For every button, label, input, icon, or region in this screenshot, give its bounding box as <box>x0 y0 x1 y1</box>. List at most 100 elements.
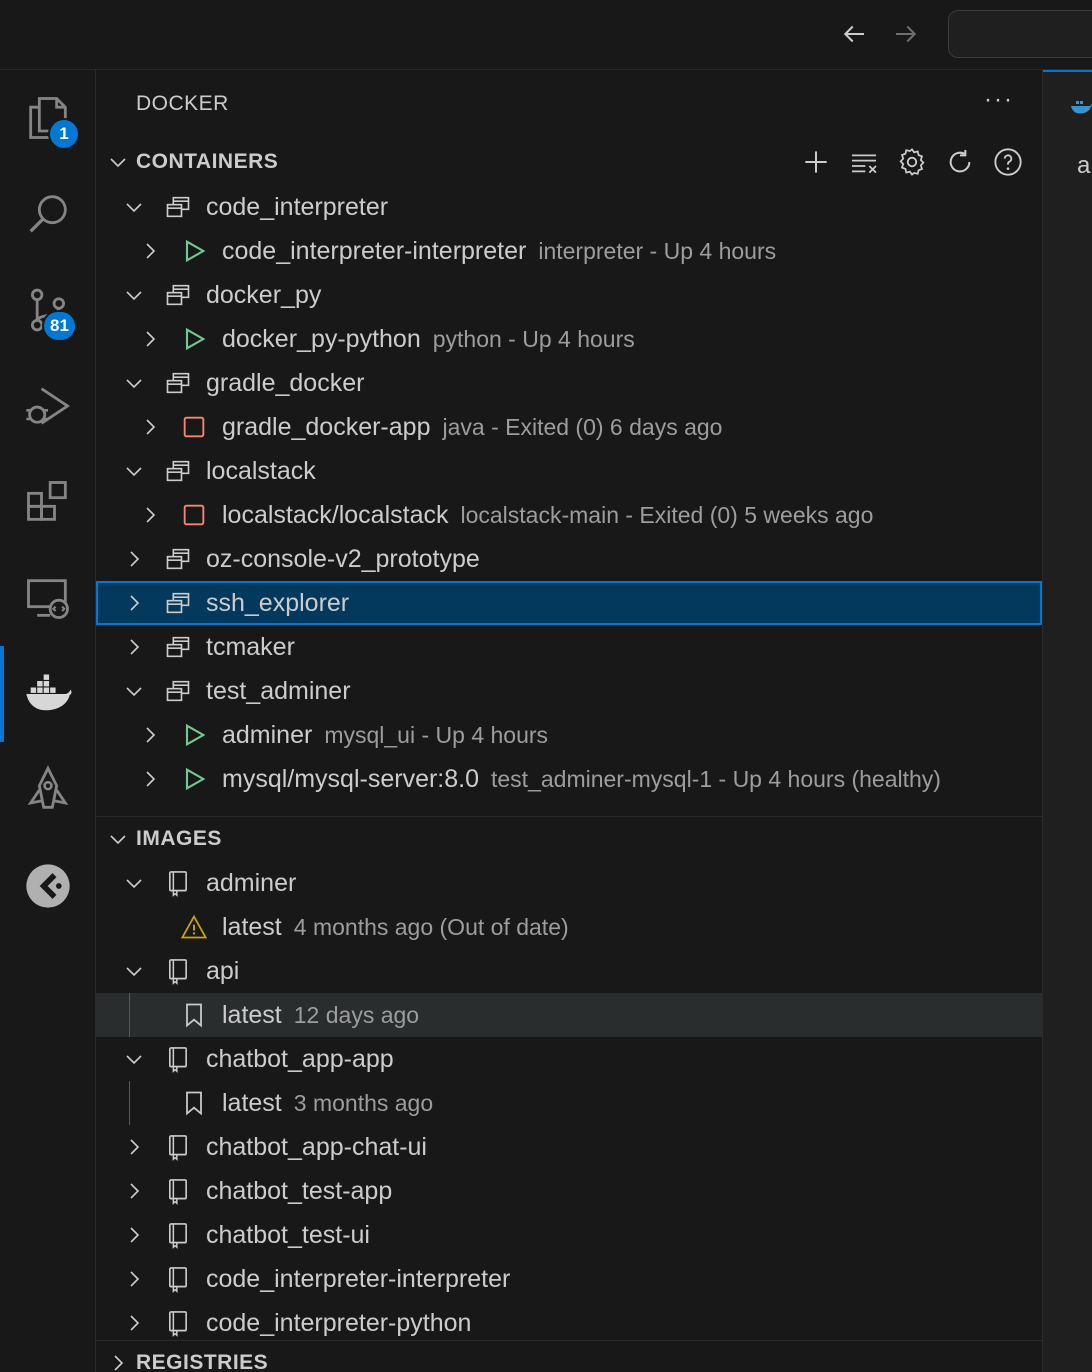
registries-label: REGISTRIES <box>136 1351 269 1372</box>
activity-explorer[interactable]: 1 <box>0 70 96 166</box>
refresh-button[interactable] <box>940 142 980 182</box>
stopped-icon <box>183 504 205 526</box>
compose-project-row[interactable]: oz-console-v2_prototype <box>96 537 1042 581</box>
item-name: chatbot_app-chat-ui <box>206 1132 427 1161</box>
container-row[interactable]: mysql/mysql-server:8.0 test_adminer-mysql… <box>96 757 1042 801</box>
help-button[interactable] <box>988 142 1028 182</box>
go-forward-button[interactable] <box>886 14 926 54</box>
containers-label: CONTAINERS <box>136 150 279 173</box>
compose-project-row[interactable]: tcmaker <box>96 625 1042 669</box>
item-description: interpreter - Up 4 hours <box>538 237 777 264</box>
item-name: test_adminer <box>206 676 351 705</box>
item-name: chatbot_test-ui <box>206 1220 370 1249</box>
container-row-label: gradle_docker-app java - Exited (0) 6 day… <box>222 413 722 442</box>
compose-project-row-label: tcmaker <box>206 633 295 662</box>
image-repo-row[interactable]: chatbot_app-chat-ui <box>96 1125 1042 1169</box>
container-row-label: mysql/mysql-server:8.0 test_adminer-mysql… <box>222 765 941 794</box>
image-repo-row[interactable]: adminer <box>96 861 1042 905</box>
chevron-down-icon <box>126 1055 142 1065</box>
image-repo-row[interactable]: chatbot_test-ui <box>96 1213 1042 1257</box>
image-repo-row[interactable]: chatbot_test-app <box>96 1169 1042 1213</box>
activity-gitkraken[interactable] <box>0 838 96 934</box>
compose-group-icon <box>166 680 190 702</box>
compose-project-row[interactable]: localstack <box>96 449 1042 493</box>
image-repo-row[interactable]: code_interpreter-interpreter <box>96 1257 1042 1301</box>
help-icon <box>994 148 1022 176</box>
chevron-down-icon <box>126 879 142 889</box>
activity-bar: 1 81 <box>0 70 96 1372</box>
image-repo-icon <box>169 1223 187 1249</box>
docker-icon <box>26 674 72 711</box>
search-icon <box>29 195 67 233</box>
settings-button[interactable] <box>892 142 932 182</box>
chevron-right-icon <box>146 419 156 435</box>
image-repo-row[interactable]: chatbot_app-app <box>96 1037 1042 1081</box>
add-container-button[interactable] <box>796 142 836 182</box>
image-repo-icon <box>169 1179 187 1205</box>
container-row[interactable]: gradle_docker-app java - Exited (0) 6 day… <box>96 405 1042 449</box>
arrow-right-icon <box>896 25 917 43</box>
activity-docker[interactable] <box>0 646 96 742</box>
compose-project-row-label: docker_py <box>206 281 321 310</box>
activity-search[interactable] <box>0 166 96 262</box>
images-section-header[interactable]: IMAGES <box>96 817 1042 861</box>
compose-project-row[interactable]: test_adminer <box>96 669 1042 713</box>
container-row[interactable]: docker_py-python python - Up 4 hours <box>96 317 1042 361</box>
image-repo-row-label: code_interpreter-python <box>206 1309 471 1338</box>
image-repo-row[interactable]: code_interpreter-python <box>96 1301 1042 1345</box>
activity-remote-explorer[interactable] <box>0 550 96 646</box>
activity-extensions[interactable] <box>0 454 96 550</box>
container-row[interactable]: code_interpreter-interpreter interpreter … <box>96 229 1042 273</box>
item-name: adminer <box>222 720 313 749</box>
gear-icon <box>899 148 925 176</box>
compose-project-row-label: ssh_explorer <box>206 589 349 618</box>
chevron-right-icon <box>114 1355 124 1371</box>
compose-project-row[interactable]: docker_py <box>96 273 1042 317</box>
chevron-right-icon <box>130 1139 140 1155</box>
image-tag-row[interactable]: latest 3 months ago <box>96 1081 1042 1125</box>
activity-rocket[interactable] <box>0 742 96 838</box>
editor-tab[interactable] <box>1043 70 1092 136</box>
containers-section-header[interactable]: CONTAINERS <box>96 140 1042 184</box>
compose-project-row-label: code_interpreter <box>206 193 388 222</box>
compose-project-row[interactable]: code_interpreter <box>96 185 1042 229</box>
image-tag-row[interactable]: latest 4 months ago (Out of date) <box>96 905 1042 949</box>
activity-run-debug[interactable] <box>0 358 96 454</box>
compose-project-row[interactable]: ssh_explorer <box>96 581 1042 625</box>
item-name: docker_py-python <box>222 324 421 353</box>
image-repo-icon <box>169 1311 187 1337</box>
container-row[interactable]: localstack/localstack localstack-main - E… <box>96 493 1042 537</box>
item-name: api <box>206 956 240 985</box>
container-row-label: code_interpreter-interpreter interpreter … <box>222 237 776 266</box>
compose-project-row-label: localstack <box>206 457 316 486</box>
more-actions-button[interactable]: ··· <box>984 86 1014 114</box>
item-description: mysql_ui - Up 4 hours <box>324 721 549 748</box>
compose-group-icon <box>166 636 190 658</box>
image-tag-row-label: latest 12 days ago <box>222 1001 419 1030</box>
image-repo-row[interactable]: api <box>96 949 1042 993</box>
activity-source-control[interactable]: 81 <box>0 262 96 358</box>
item-name: latest <box>222 912 282 941</box>
chevron-down-icon <box>126 203 142 213</box>
container-row[interactable]: adminer mysql_ui - Up 4 hours <box>96 713 1042 757</box>
registries-section-header[interactable]: REGISTRIES <box>96 1341 1042 1372</box>
editor-area: a <box>1042 70 1092 1372</box>
indent-guide <box>129 1081 130 1125</box>
extensions-icon <box>27 481 67 521</box>
chevron-down-icon <box>110 158 126 168</box>
image-repo-icon <box>169 959 187 985</box>
gitkraken-icon <box>26 864 70 908</box>
item-name: gradle_docker <box>206 368 365 397</box>
compose-project-row[interactable]: gradle_docker <box>96 361 1042 405</box>
image-tag-row[interactable]: latest 12 days ago <box>96 993 1042 1037</box>
chevron-down-icon <box>110 835 126 845</box>
go-back-button[interactable] <box>834 14 874 54</box>
command-center-search[interactable] <box>948 10 1092 58</box>
running-icon <box>185 239 206 263</box>
image-repo-row-label: code_interpreter-interpreter <box>206 1265 510 1294</box>
compose-group-icon <box>166 460 190 482</box>
item-name: mysql/mysql-server:8.0 <box>222 764 479 793</box>
clear-list-icon <box>852 154 877 174</box>
prune-containers-button[interactable] <box>844 142 884 182</box>
chevron-right-icon <box>130 1271 140 1287</box>
